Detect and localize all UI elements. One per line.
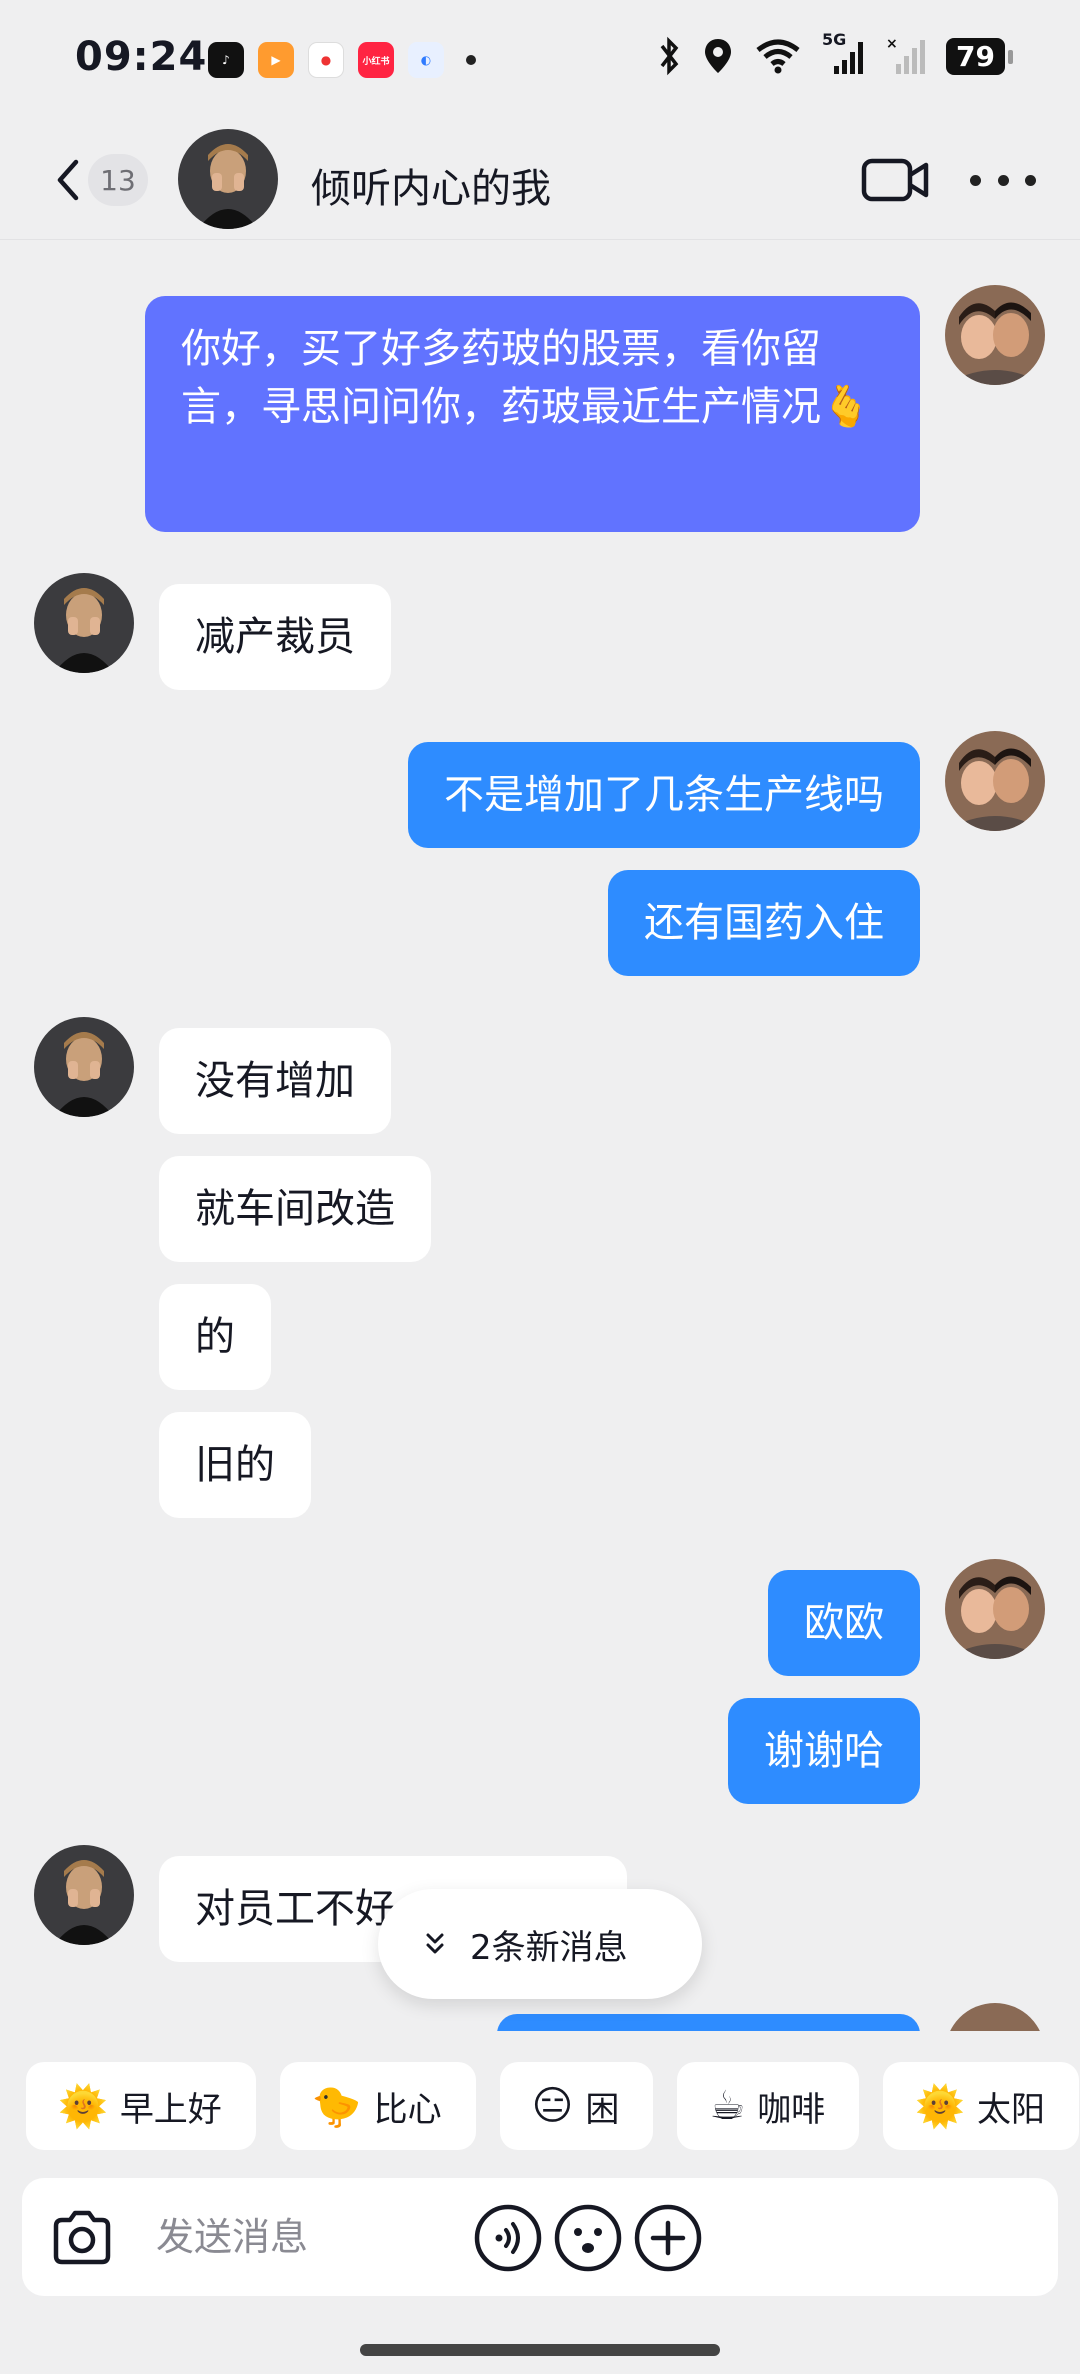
quick-reply-label: 咖啡	[757, 2089, 826, 2130]
contact-avatar[interactable]	[34, 573, 134, 673]
message-bubble-outgoing[interactable]: 不是增加了几条生产线吗	[408, 742, 920, 848]
message-bubble-incoming[interactable]: 的	[159, 1284, 271, 1390]
quick-reply-heart[interactable]: 🐤 比心	[279, 2062, 476, 2150]
plus-more-button[interactable]	[632, 2202, 704, 2274]
unread-count-badge[interactable]: 13	[88, 154, 148, 206]
bluetooth-icon	[660, 36, 679, 76]
quick-reply-label: 比心	[373, 2089, 442, 2130]
coffee-emoji-icon: ☕	[709, 2083, 746, 2129]
self-avatar[interactable]	[945, 285, 1045, 385]
contact-avatar[interactable]	[34, 1845, 134, 1945]
tiktok-icon: ♪	[208, 42, 244, 78]
chick-heart-emoji-icon: 🐤	[311, 2083, 362, 2130]
message-bubble-incoming[interactable]: 旧的	[159, 1412, 311, 1518]
voice-input-button[interactable]	[472, 2202, 544, 2274]
sun-emoji-icon: 🌞	[915, 2083, 965, 2130]
quick-reply-good-morning[interactable]: 🌞 早上好	[26, 2062, 256, 2150]
home-indicator[interactable]	[360, 2344, 720, 2356]
quick-reply-label: 太阳	[977, 2089, 1045, 2130]
message-bubble-outgoing[interactable]: 欧欧	[768, 1570, 920, 1676]
message-bubble-outgoing[interactable]: 你好，买了好多药玻的股票，看你留言，寻思问问你，药玻最近生产情况🫰	[145, 296, 920, 532]
new-messages-button[interactable]: 2条新消息	[378, 1889, 702, 1999]
browser-icon: ◐	[408, 42, 444, 78]
message-bubble-outgoing[interactable]: 还有国药入住	[608, 870, 920, 976]
contact-avatar[interactable]	[178, 129, 278, 229]
message-bubble-incoming[interactable]: 没有增加	[159, 1028, 391, 1134]
quick-reply-sleepy[interactable]: 😑 困	[499, 2062, 654, 2150]
message-list[interactable]: 你好，买了好多药玻的股票，看你留言，寻思问问你，药玻最近生产情况🫰 减产裁员 不…	[0, 241, 1080, 2031]
back-button[interactable]	[48, 156, 88, 204]
self-avatar[interactable]	[945, 2003, 1045, 2031]
notification-icons: ♪ ▶ ● 小红书 ◐	[208, 42, 476, 78]
camera-button[interactable]	[46, 2202, 118, 2274]
battery-indicator: 79	[946, 37, 1013, 75]
quick-reply-label: 困	[585, 2089, 620, 2130]
message-input-bar	[22, 2178, 1058, 2296]
message-bubble-incoming[interactable]: 减产裁员	[159, 584, 391, 690]
more-options-button[interactable]	[970, 165, 1036, 195]
new-messages-label: 2条新消息	[470, 1927, 628, 1968]
message-bubble-outgoing-partial[interactable]	[497, 2014, 920, 2031]
chat-title[interactable]: 倾听内心的我	[311, 156, 551, 214]
quick-reply-coffee[interactable]: ☕ 咖啡	[677, 2062, 860, 2150]
message-bubble-incoming[interactable]: 就车间改造	[159, 1156, 431, 1262]
self-avatar[interactable]	[945, 1559, 1045, 1659]
network-type-label: 5G	[822, 30, 847, 49]
status-time: 09:24	[75, 34, 208, 80]
sun-sunglasses-emoji-icon: 🌞	[58, 2083, 108, 2130]
emoji-button[interactable]	[552, 2202, 624, 2274]
xiaohongshu-icon: 小红书	[358, 42, 394, 78]
contact-avatar[interactable]	[34, 1017, 134, 1117]
cell-signal-off-icon: ×	[886, 36, 926, 74]
quick-reply-label: 早上好	[119, 2089, 222, 2130]
chat-header: 13 倾听内心的我	[0, 120, 1080, 240]
cell-signal-5g-icon: 5G	[822, 30, 866, 76]
message-bubble-outgoing[interactable]: 谢谢哈	[728, 1698, 920, 1804]
quick-reply-bar: 🌞 早上好 🐤 比心 😑 困 ☕ 咖啡 🌞 太阳	[26, 2062, 1079, 2150]
status-bar: 09:24 ♪ ▶ ● 小红书 ◐ 5G × 79	[0, 0, 1080, 120]
douyin-map-icon: ●	[308, 42, 344, 78]
location-icon	[705, 39, 732, 73]
status-right: 5G × 79	[658, 30, 1013, 76]
wifi-icon	[756, 39, 800, 74]
quick-reply-sun[interactable]: 🌞 太阳	[883, 2062, 1079, 2150]
more-notifications-dot	[466, 55, 476, 65]
video-app-icon: ▶	[258, 42, 294, 78]
video-call-button[interactable]	[860, 155, 930, 205]
self-avatar[interactable]	[945, 731, 1045, 831]
svg-text:×: ×	[886, 36, 898, 52]
double-chevron-down-icon	[426, 1933, 444, 1954]
sleepy-face-emoji-icon: 😑	[531, 2083, 574, 2129]
